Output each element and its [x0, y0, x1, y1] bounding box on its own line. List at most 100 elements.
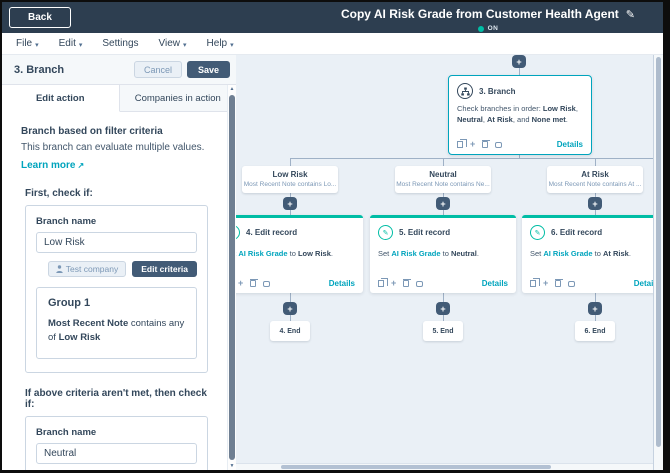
scroll-down-icon[interactable]: ▼: [228, 463, 236, 469]
connector-line: [595, 158, 596, 166]
branch-criteria-card: Branch name Test company Edit criteria G…: [25, 204, 208, 373]
add-action-button[interactable]: +: [436, 302, 450, 315]
panel-body: Branch based on filter criteria This bra…: [2, 112, 236, 470]
panel-scrollbar-thumb[interactable]: [229, 95, 235, 460]
canvas-vertical-scrollbar[interactable]: [653, 55, 663, 470]
tab-companies-in-action[interactable]: Companies in action: [119, 85, 236, 112]
edit-record-icon: ✎: [530, 225, 545, 240]
scroll-up-icon[interactable]: ▲: [228, 86, 236, 92]
action-title: 5. Edit record: [399, 228, 451, 237]
menu-settings-label: Settings: [102, 38, 139, 49]
branch-name-input[interactable]: [36, 231, 197, 253]
connector-line: [290, 158, 291, 166]
workflow-canvas[interactable]: + 3. Branch Check branches in order: Low…: [236, 55, 663, 470]
move-plus-icon[interactable]: +: [470, 140, 475, 149]
action-description: Set AI Risk Grade to Neutral.: [378, 249, 479, 258]
edit-record-icon: ✎: [236, 225, 240, 240]
branch-label-subtitle: Most Recent Note contains Lo...: [243, 181, 337, 188]
panel-scrollbar[interactable]: ▲ ▼: [227, 85, 236, 470]
end-node-4: 4. End: [270, 321, 310, 341]
comment-icon[interactable]: [263, 280, 271, 287]
end-node-5: 5. End: [423, 321, 463, 341]
branch-node-footer: + Details: [457, 139, 583, 149]
learn-more-label: Learn more: [21, 159, 76, 171]
chevron-down-icon: ▾: [230, 41, 234, 49]
clone-icon[interactable]: [457, 139, 467, 148]
delete-icon[interactable]: [555, 279, 564, 287]
edit-record-card-4[interactable]: ✎ 4. Edit record Set AI Risk Grade to Lo…: [236, 215, 363, 293]
branch-name-input[interactable]: [36, 442, 197, 464]
move-plus-icon[interactable]: +: [543, 279, 548, 288]
canvas-horizontal-scrollbar[interactable]: [236, 463, 653, 470]
tab-edit-action[interactable]: Edit action: [2, 85, 120, 112]
add-action-button[interactable]: +: [512, 55, 526, 68]
test-company-label: Test company: [65, 263, 119, 274]
comment-icon[interactable]: [568, 280, 576, 287]
canvas-horizontal-scrollbar-thumb[interactable]: [281, 465, 551, 469]
status-on-dot-icon: [477, 25, 484, 32]
clone-icon[interactable]: [530, 278, 540, 287]
cancel-button[interactable]: Cancel: [133, 61, 182, 78]
canvas-vertical-scrollbar-thumb[interactable]: [656, 57, 661, 447]
chevron-down-icon: ▾: [35, 41, 39, 49]
branch-node-card[interactable]: 3. Branch Check branches in order: Low R…: [448, 75, 592, 155]
panel-title: 3. Branch: [14, 63, 65, 76]
top-header-bar: Back Copy AI Risk Grade from Customer He…: [2, 2, 663, 33]
branch-node-title: 3. Branch: [479, 86, 516, 96]
property-link[interactable]: AI Risk Grade: [543, 249, 592, 258]
menu-file-label: File: [16, 38, 33, 49]
menu-help[interactable]: Help ▾: [207, 38, 234, 49]
edit-record-card-5[interactable]: ✎ 5. Edit record Set AI Risk Grade to Ne…: [370, 215, 516, 293]
delete-icon[interactable]: [403, 279, 412, 287]
group-title: Group 1: [48, 296, 91, 309]
app-window: Back Copy AI Risk Grade from Customer He…: [2, 2, 663, 470]
details-link[interactable]: Details: [329, 279, 355, 288]
panel-header: 3. Branch Cancel Save: [2, 55, 236, 85]
branch-criteria-heading: Branch based on filter criteria: [21, 126, 163, 137]
test-company-button[interactable]: Test company: [47, 260, 127, 277]
menu-settings[interactable]: Settings: [102, 38, 138, 49]
edit-title-pencil-icon[interactable]: ✎: [626, 9, 635, 21]
learn-more-link[interactable]: Learn more ↗: [21, 160, 84, 171]
branch-label-low-risk[interactable]: Low Risk Most Recent Note contains Lo...: [242, 166, 338, 193]
delete-icon[interactable]: [250, 279, 259, 287]
delete-icon[interactable]: [482, 140, 491, 148]
workflow-title: Copy AI Risk Grade from Customer Health …: [340, 7, 619, 21]
edit-criteria-button[interactable]: Edit criteria: [132, 260, 197, 277]
menu-file[interactable]: File ▾: [16, 38, 39, 49]
branch-label-at-risk[interactable]: At Risk Most Recent Note contains At ...: [547, 166, 643, 193]
move-plus-icon[interactable]: +: [238, 279, 243, 288]
group-card: Group 1 Most Recent Note contains any of…: [36, 286, 197, 359]
save-button[interactable]: Save: [186, 61, 230, 78]
chevron-down-icon: ▾: [78, 41, 83, 49]
details-link[interactable]: Details: [482, 279, 508, 288]
end-label: 4. End: [279, 327, 301, 335]
person-icon: [56, 264, 63, 273]
comment-icon[interactable]: [416, 280, 424, 287]
add-action-button[interactable]: +: [283, 197, 297, 210]
details-link[interactable]: Details: [557, 140, 583, 149]
add-action-button[interactable]: +: [588, 302, 602, 315]
panel-tabs: Edit action Companies in action: [2, 85, 236, 112]
end-label: 5. End: [432, 327, 454, 335]
menu-edit[interactable]: Edit ▾: [59, 38, 83, 49]
clone-icon[interactable]: [378, 278, 388, 287]
move-plus-icon[interactable]: +: [391, 279, 396, 288]
back-button[interactable]: Back: [9, 7, 71, 28]
menu-view-label: View: [158, 38, 181, 49]
property-link[interactable]: AI Risk Grade: [391, 249, 440, 258]
second-check-prompt: If above criteria aren't met, then check…: [25, 387, 207, 410]
add-action-button[interactable]: +: [436, 197, 450, 210]
comment-icon[interactable]: [495, 141, 503, 148]
menu-view[interactable]: View ▾: [159, 38, 187, 49]
action-description: Set AI Risk Grade to At Risk.: [530, 249, 631, 258]
branch-label-neutral[interactable]: Neutral Most Recent Note contains Ne...: [395, 166, 491, 193]
status-on-label: ON: [487, 25, 499, 32]
edit-record-icon: ✎: [378, 225, 393, 240]
action-title: 4. Edit record: [246, 228, 298, 237]
add-action-button[interactable]: +: [283, 302, 297, 315]
end-label: 6. End: [584, 327, 606, 335]
edit-record-card-6[interactable]: ✎ 6. Edit record Set AI Risk Grade to At…: [522, 215, 663, 293]
property-link[interactable]: AI Risk Grade: [238, 249, 287, 258]
add-action-button[interactable]: +: [588, 197, 602, 210]
